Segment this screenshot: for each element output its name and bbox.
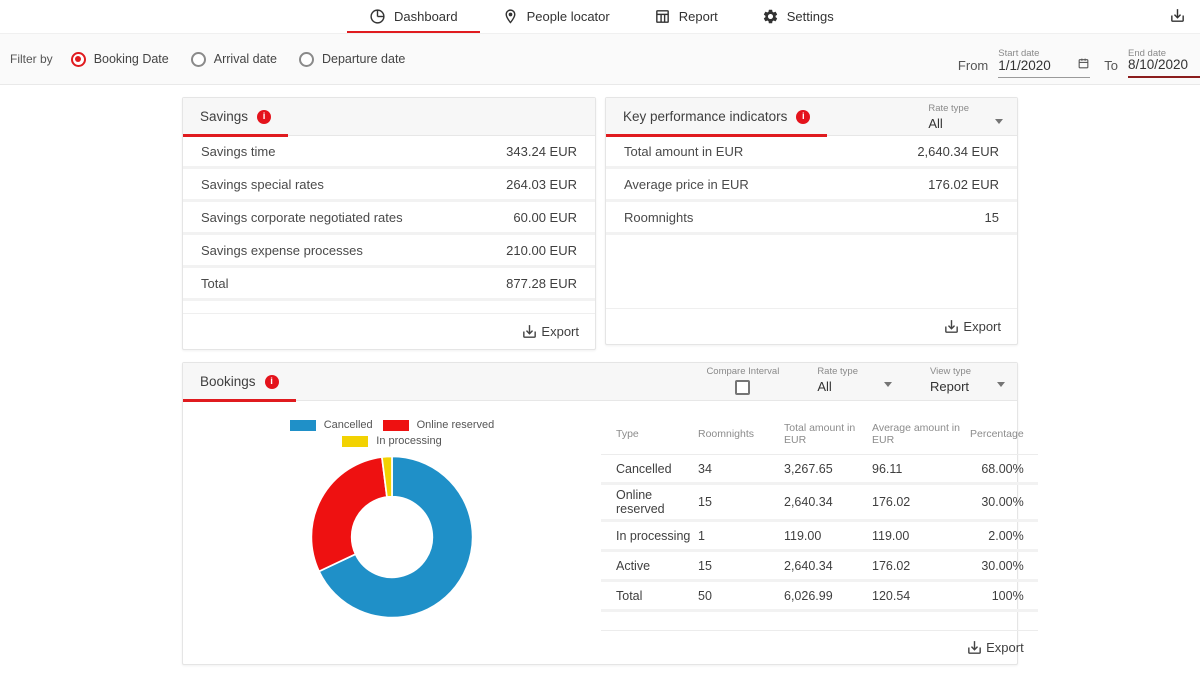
radio-button[interactable] [298,51,314,67]
chevron-down-icon[interactable] [883,381,892,387]
kpi-row: Average price in EUR 176.02 EUR [606,169,1017,202]
bookings-panel: Bookings i Compare Interval Rate type Al… [182,362,1038,665]
savings-panel-title: Savings i [183,98,289,137]
kpi-row: Total amount in EUR 2,640.34 EUR [606,136,1017,169]
rate-type-value[interactable]: All [817,379,858,394]
legend-item-online-reserved: Online reserved [382,419,494,431]
legend-swatch [342,435,369,447]
savings-panel: Savings i Savings time 343.24 EUR Savings… [182,97,596,350]
savings-row: Savings special rates 264.03 EUR [183,169,595,202]
calendar-icon[interactable] [1077,57,1090,73]
view-type-value[interactable]: Report [930,379,971,394]
tab-dashboard[interactable]: Dashboard [347,0,480,33]
location-pin-icon [502,8,519,25]
chart-legend: Cancelled Online reserved In processing [289,419,494,447]
view-type-dropdown[interactable]: View type Report [930,366,1005,394]
start-date-label: Start date [998,48,1040,59]
end-date-value[interactable]: 8/10/2020 [1128,57,1188,72]
bookings-donut-chart [308,453,476,626]
radio-arrival-date[interactable]: Arrival date [190,51,277,67]
table-header-row: Type Roomnights Total amount in EUR Aver… [601,413,1038,455]
legend-swatch [382,419,409,431]
start-date-field[interactable]: Start date 1/1/2020 [998,42,1091,78]
legend-item-cancelled: Cancelled [289,419,373,431]
download-icon [968,641,982,654]
kpi-export-button[interactable]: Export [606,308,1017,344]
info-icon[interactable]: i [264,374,279,389]
kpi-panel: Key performance indicators i Rate type A… [605,97,1018,345]
info-icon[interactable]: i [257,109,272,124]
download-icon[interactable] [1169,7,1186,29]
start-date-value[interactable]: 1/1/2020 [998,58,1051,73]
savings-row: Savings corporate negotiated rates 60.00 … [183,202,595,235]
donut-slice-online-reserved [310,456,388,573]
gear-icon [762,8,779,25]
kpi-row: Roomnights 15 [606,202,1017,235]
radio-button-selected[interactable] [70,51,86,67]
table-row: Active 15 2,640.34 176.02 30.00% [601,552,1038,582]
tab-label: People locator [526,9,610,24]
filter-bar: Filter by Booking Date Arrival date Depa… [0,33,1200,85]
rate-type-label: Rate type [817,366,858,377]
tab-people-locator[interactable]: People locator [480,0,632,33]
end-date-field[interactable]: End date 8/10/2020 [1128,42,1200,78]
chevron-down-icon[interactable] [997,381,1005,387]
savings-row: Savings expense processes 210.00 EUR [183,235,595,268]
rate-type-value[interactable]: All [928,116,969,131]
kpi-rate-type-dropdown[interactable]: Rate type All [928,103,1003,131]
chevron-down-icon[interactable] [995,118,1003,124]
table-icon [654,8,671,25]
bookings-chart-area: Cancelled Online reserved In processing [183,413,601,664]
download-icon [945,320,959,333]
date-range: From Start date 1/1/2020 To End date 8/1… [958,34,1200,86]
radio-label: Booking Date [93,52,169,66]
radio-label: Departure date [321,52,406,66]
table-row: Online reserved 15 2,640.34 176.02 30.00… [601,485,1038,522]
radio-departure-date[interactable]: Departure date [298,51,406,67]
tab-label: Report [678,9,718,24]
tab-report[interactable]: Report [632,0,740,33]
bookings-table: Type Roomnights Total amount in EUR Aver… [601,413,1038,664]
tab-label: Settings [786,9,834,24]
table-row: Cancelled 34 3,267.65 96.11 68.00% [601,455,1038,485]
bookings-export-button[interactable]: Export [601,630,1038,664]
kpi-panel-title: Key performance indicators i [606,98,828,137]
from-label: From [957,57,989,73]
bookings-panel-title: Bookings i [183,363,296,402]
savings-row: Savings time 343.24 EUR [183,136,595,169]
radio-booking-date[interactable]: Booking Date [70,51,169,67]
download-icon [523,325,537,338]
pie-chart-icon [369,8,386,25]
compare-interval-checkbox[interactable] [735,380,751,395]
tab-label: Dashboard [394,9,458,24]
table-total-row: Total 50 6,026.99 120.54 100% [601,582,1038,612]
table-row: In processing 1 119.00 119.00 2.00% [601,522,1038,552]
filter-by-label: Filter by [10,52,53,66]
tab-settings[interactable]: Settings [740,0,856,33]
legend-item-in-processing: In processing [342,435,442,447]
rate-type-label: Rate type [928,103,969,114]
savings-total-row: Total 877.28 EUR [183,268,595,301]
top-navigation: Dashboard People locator Report Settings [0,0,1200,33]
compare-interval-label: Compare Interval [706,366,780,377]
view-type-label: View type [929,366,971,377]
to-label: To [1104,57,1118,73]
compare-interval-control: Compare Interval [706,366,779,395]
nav-tabs: Dashboard People locator Report Settings [347,0,856,33]
radio-button[interactable] [190,51,206,67]
savings-export-button[interactable]: Export [183,313,595,349]
radio-label: Arrival date [213,52,277,66]
info-icon[interactable]: i [796,109,811,124]
legend-swatch [289,419,316,431]
end-date-label: End date [1128,48,1167,59]
bookings-rate-type-dropdown[interactable]: Rate type All [817,366,892,394]
